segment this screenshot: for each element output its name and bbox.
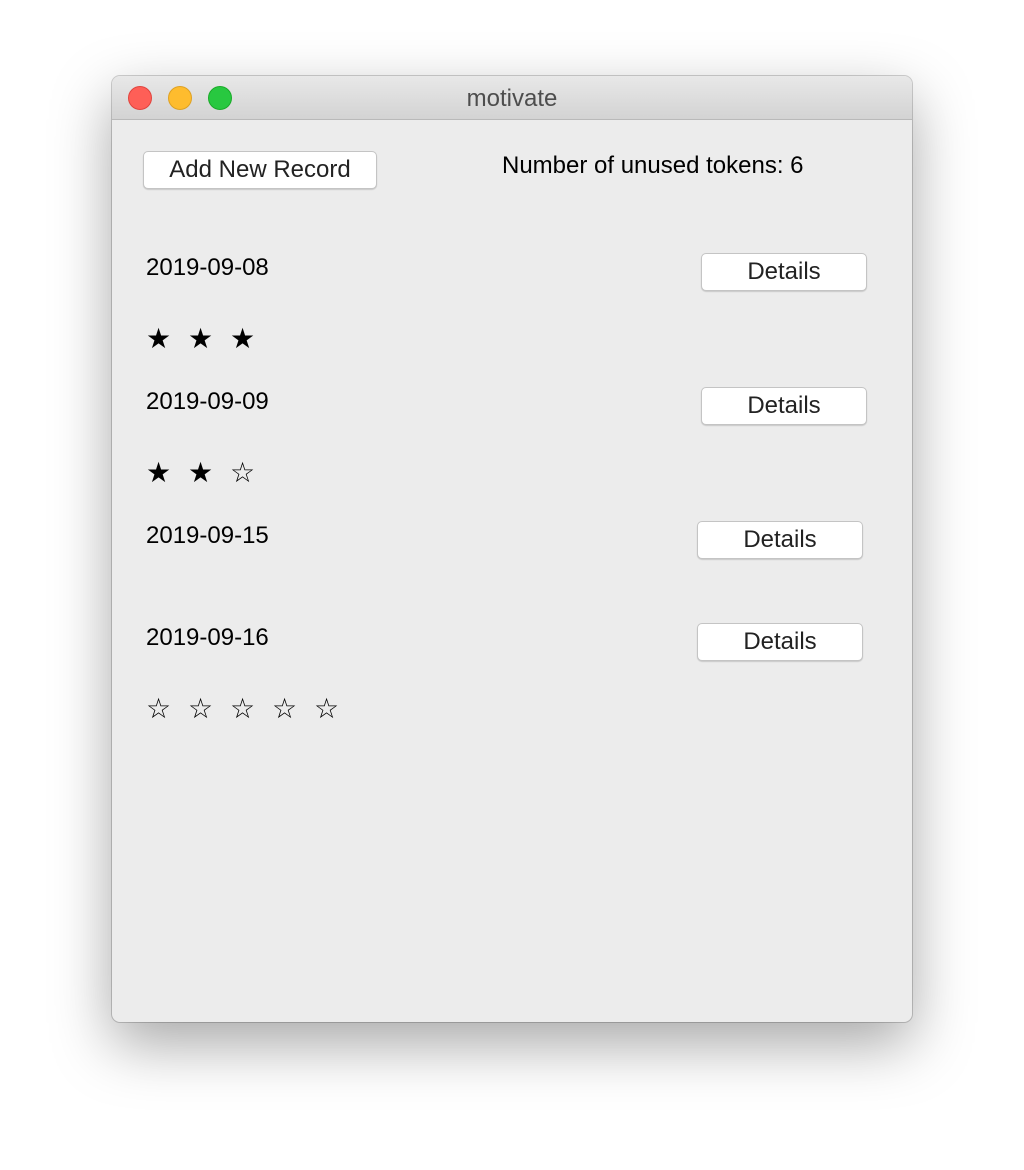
star-filled-icon: ★ [230, 323, 256, 354]
star-empty-icon: ☆ [188, 693, 214, 724]
star-empty-icon: ☆ [314, 693, 340, 724]
title-bar: motivate [112, 76, 912, 120]
star-empty-icon: ☆ [230, 457, 256, 488]
record-date: 2019-09-08 [146, 254, 269, 281]
details-button[interactable]: Details [701, 387, 867, 425]
star-filled-icon: ★ [188, 457, 214, 488]
star-rating: ★ ★ ☆ [146, 456, 272, 489]
star-empty-icon: ☆ [230, 693, 256, 724]
details-button[interactable]: Details [697, 623, 863, 661]
unused-tokens-label: Number of unused tokens: 6 [502, 152, 804, 179]
star-filled-icon: ★ [146, 457, 172, 488]
star-rating: ★ ★ ★ [146, 322, 272, 355]
star-filled-icon: ★ [146, 323, 172, 354]
record-date: 2019-09-15 [146, 522, 269, 549]
record-date: 2019-09-16 [146, 624, 269, 651]
details-button[interactable]: Details [701, 253, 867, 291]
app-window: motivate Add New Record Number of unused… [112, 76, 912, 1022]
add-new-record-button[interactable]: Add New Record [143, 151, 377, 189]
window-title: motivate [466, 85, 558, 112]
star-empty-icon: ☆ [146, 693, 172, 724]
star-empty-icon: ☆ [272, 693, 298, 724]
star-filled-icon: ★ [188, 323, 214, 354]
star-rating: ☆ ☆ ☆ ☆ ☆ [146, 692, 356, 725]
details-button[interactable]: Details [697, 521, 863, 559]
record-date: 2019-09-09 [146, 388, 269, 415]
